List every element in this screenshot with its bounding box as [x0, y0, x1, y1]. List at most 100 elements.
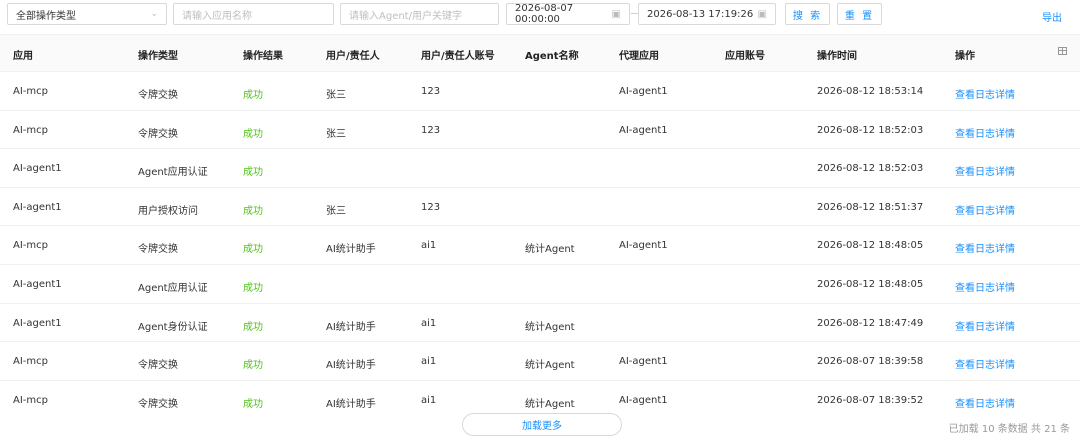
operation-type-value: 全部操作类型 [16, 10, 76, 22]
load-more-button[interactable]: 加载更多 [462, 413, 622, 436]
view-log-detail-link[interactable]: 查看日志详情 [955, 202, 1015, 217]
cell-time: 2026-08-12 18:47:49 [817, 317, 924, 329]
view-log-detail-link[interactable]: 查看日志详情 [955, 163, 1015, 178]
export-link[interactable]: 导出 [1042, 9, 1062, 24]
table-row: AI-agent1 Agent应用认证 成功 2026-08-12 18:52:… [0, 149, 1080, 188]
column-settings-icon[interactable] [1058, 47, 1067, 55]
cell-proxy-app: AI-agent1 [619, 86, 668, 97]
cell-time: 2026-08-12 18:53:14 [817, 86, 924, 97]
cell-operation-type: Agent应用认证 [138, 282, 208, 294]
column-header-user-account[interactable]: 用户/责任人账号 [421, 47, 495, 62]
date-range-separator: — [630, 8, 640, 19]
cell-user: AI统计助手 [326, 360, 376, 372]
cell-account: 123 [421, 86, 441, 97]
column-header-agent-name[interactable]: Agent名称 [525, 47, 579, 62]
column-header-user[interactable]: 用户/责任人 [326, 47, 380, 62]
column-header-proxy-app[interactable]: 代理应用 [619, 47, 659, 62]
cell-result: 成功 [243, 128, 263, 140]
column-header-app[interactable]: 应用 [13, 47, 33, 62]
start-date-picker[interactable]: 2026-08-07 00:00:00 ▣ [506, 3, 630, 25]
end-date-picker[interactable]: 2026-08-13 17:19:26 ▣ [638, 3, 776, 25]
cell-time: 2026-08-12 18:48:05 [817, 240, 924, 252]
table-row: AI-agent1 Agent应用认证 成功 2026-08-12 18:48:… [0, 265, 1080, 304]
cell-app: AI-mcp [13, 86, 48, 97]
cell-proxy-app: AI-agent1 [619, 356, 668, 368]
cell-result: 成功 [243, 90, 263, 101]
reset-button[interactable]: 重 置 [837, 3, 882, 25]
cell-app: AI-mcp [13, 394, 48, 406]
cell-agent: 统计Agent [525, 398, 575, 410]
agent-user-keyword-input[interactable]: 请输入Agent/用户关键字 [340, 3, 499, 25]
cell-agent: 统计Agent [525, 321, 575, 333]
cell-app: AI-agent1 [13, 201, 62, 213]
column-header-operation-result[interactable]: 操作结果 [243, 47, 283, 62]
cell-user: 张三 [326, 128, 346, 140]
cell-account: 123 [421, 201, 441, 213]
cell-result: 成功 [243, 205, 263, 217]
loaded-count-text: 已加载 10 条数据 共 21 条 [948, 424, 1070, 435]
table-row: AI-agent1 用户授权访问 成功 张三 123 2026-08-12 18… [0, 188, 1080, 227]
table-body: AI-mcp 令牌交换 成功 张三 123 AI-agent1 2026-08-… [0, 72, 1080, 419]
app-name-input[interactable]: 请输入应用名称 [173, 3, 334, 25]
table-row: AI-mcp 令牌交换 成功 张三 123 AI-agent1 2026-08-… [0, 72, 1080, 111]
cell-time: 2026-08-12 18:51:37 [817, 201, 924, 213]
cell-user: 张三 [326, 90, 346, 101]
table-row: AI-mcp 令牌交换 成功 张三 123 AI-agent1 2026-08-… [0, 111, 1080, 150]
cell-operation-type: Agent应用认证 [138, 167, 208, 179]
cell-result: 成功 [243, 398, 263, 410]
cell-app: AI-agent1 [13, 317, 62, 329]
cell-result: 成功 [243, 360, 263, 372]
table-header: 应用 操作类型 操作结果 用户/责任人 用户/责任人账号 Agent名称 代理应… [0, 34, 1080, 72]
calendar-icon: ▣ [611, 8, 621, 20]
cell-agent: 统计Agent [525, 244, 575, 256]
cell-operation-type: 令牌交换 [138, 398, 178, 410]
app-name-placeholder: 请输入应用名称 [182, 10, 252, 22]
chevron-down-icon: ⌄ [150, 9, 158, 19]
cell-agent: 统计Agent [525, 360, 575, 372]
cell-operation-type: 用户授权访问 [138, 205, 198, 217]
cell-app: AI-mcp [13, 356, 48, 368]
agent-user-keyword-placeholder: 请输入Agent/用户关键字 [349, 10, 462, 22]
filter-toolbar: 全部操作类型 ⌄ 请输入应用名称 请输入Agent/用户关键字 2026-08-… [0, 0, 1080, 33]
cell-account: ai1 [421, 356, 437, 368]
cell-operation-type: 令牌交换 [138, 90, 178, 101]
column-header-operation-time[interactable]: 操作时间 [817, 47, 857, 62]
cell-result: 成功 [243, 244, 263, 256]
cell-time: 2026-08-12 18:48:05 [817, 278, 924, 290]
cell-user: AI统计助手 [326, 244, 376, 256]
cell-operation-type: Agent身份认证 [138, 321, 208, 333]
cell-proxy-app: AI-agent1 [619, 124, 668, 136]
operation-type-select[interactable]: 全部操作类型 ⌄ [7, 3, 167, 25]
view-log-detail-link[interactable]: 查看日志详情 [955, 240, 1015, 255]
cell-account: ai1 [421, 394, 437, 406]
cell-result: 成功 [243, 167, 263, 179]
cell-operation-type: 令牌交换 [138, 128, 178, 140]
cell-user: AI统计助手 [326, 321, 376, 333]
cell-app: AI-mcp [13, 240, 48, 252]
cell-user: 张三 [326, 205, 346, 217]
start-date-value: 2026-08-07 00:00:00 [515, 3, 574, 25]
cell-proxy-app: AI-agent1 [619, 394, 668, 406]
cell-time: 2026-08-07 18:39:58 [817, 356, 924, 368]
view-log-detail-link[interactable]: 查看日志详情 [955, 279, 1015, 294]
view-log-detail-link[interactable]: 查看日志详情 [955, 395, 1015, 410]
view-log-detail-link[interactable]: 查看日志详情 [955, 125, 1015, 140]
column-header-action: 操作 [955, 51, 975, 62]
cell-operation-type: 令牌交换 [138, 360, 178, 372]
calendar-icon: ▣ [757, 8, 767, 20]
cell-account: ai1 [421, 317, 437, 329]
search-button[interactable]: 搜 索 [785, 3, 830, 25]
end-date-value: 2026-08-13 17:19:26 [647, 8, 754, 20]
cell-operation-type: 令牌交换 [138, 244, 178, 256]
view-log-detail-link[interactable]: 查看日志详情 [955, 318, 1015, 333]
column-header-operation-type[interactable]: 操作类型 [138, 47, 178, 62]
cell-time: 2026-08-12 18:52:03 [817, 124, 924, 136]
column-header-app-account[interactable]: 应用账号 [725, 47, 765, 62]
view-log-detail-link[interactable]: 查看日志详情 [955, 356, 1015, 371]
view-log-detail-link[interactable]: 查看日志详情 [955, 86, 1015, 101]
cell-account: 123 [421, 124, 441, 136]
cell-app: AI-mcp [13, 124, 48, 136]
table-row: AI-agent1 Agent身份认证 成功 AI统计助手 ai1 统计Agen… [0, 304, 1080, 343]
cell-app: AI-agent1 [13, 278, 62, 290]
cell-user: AI统计助手 [326, 398, 376, 410]
